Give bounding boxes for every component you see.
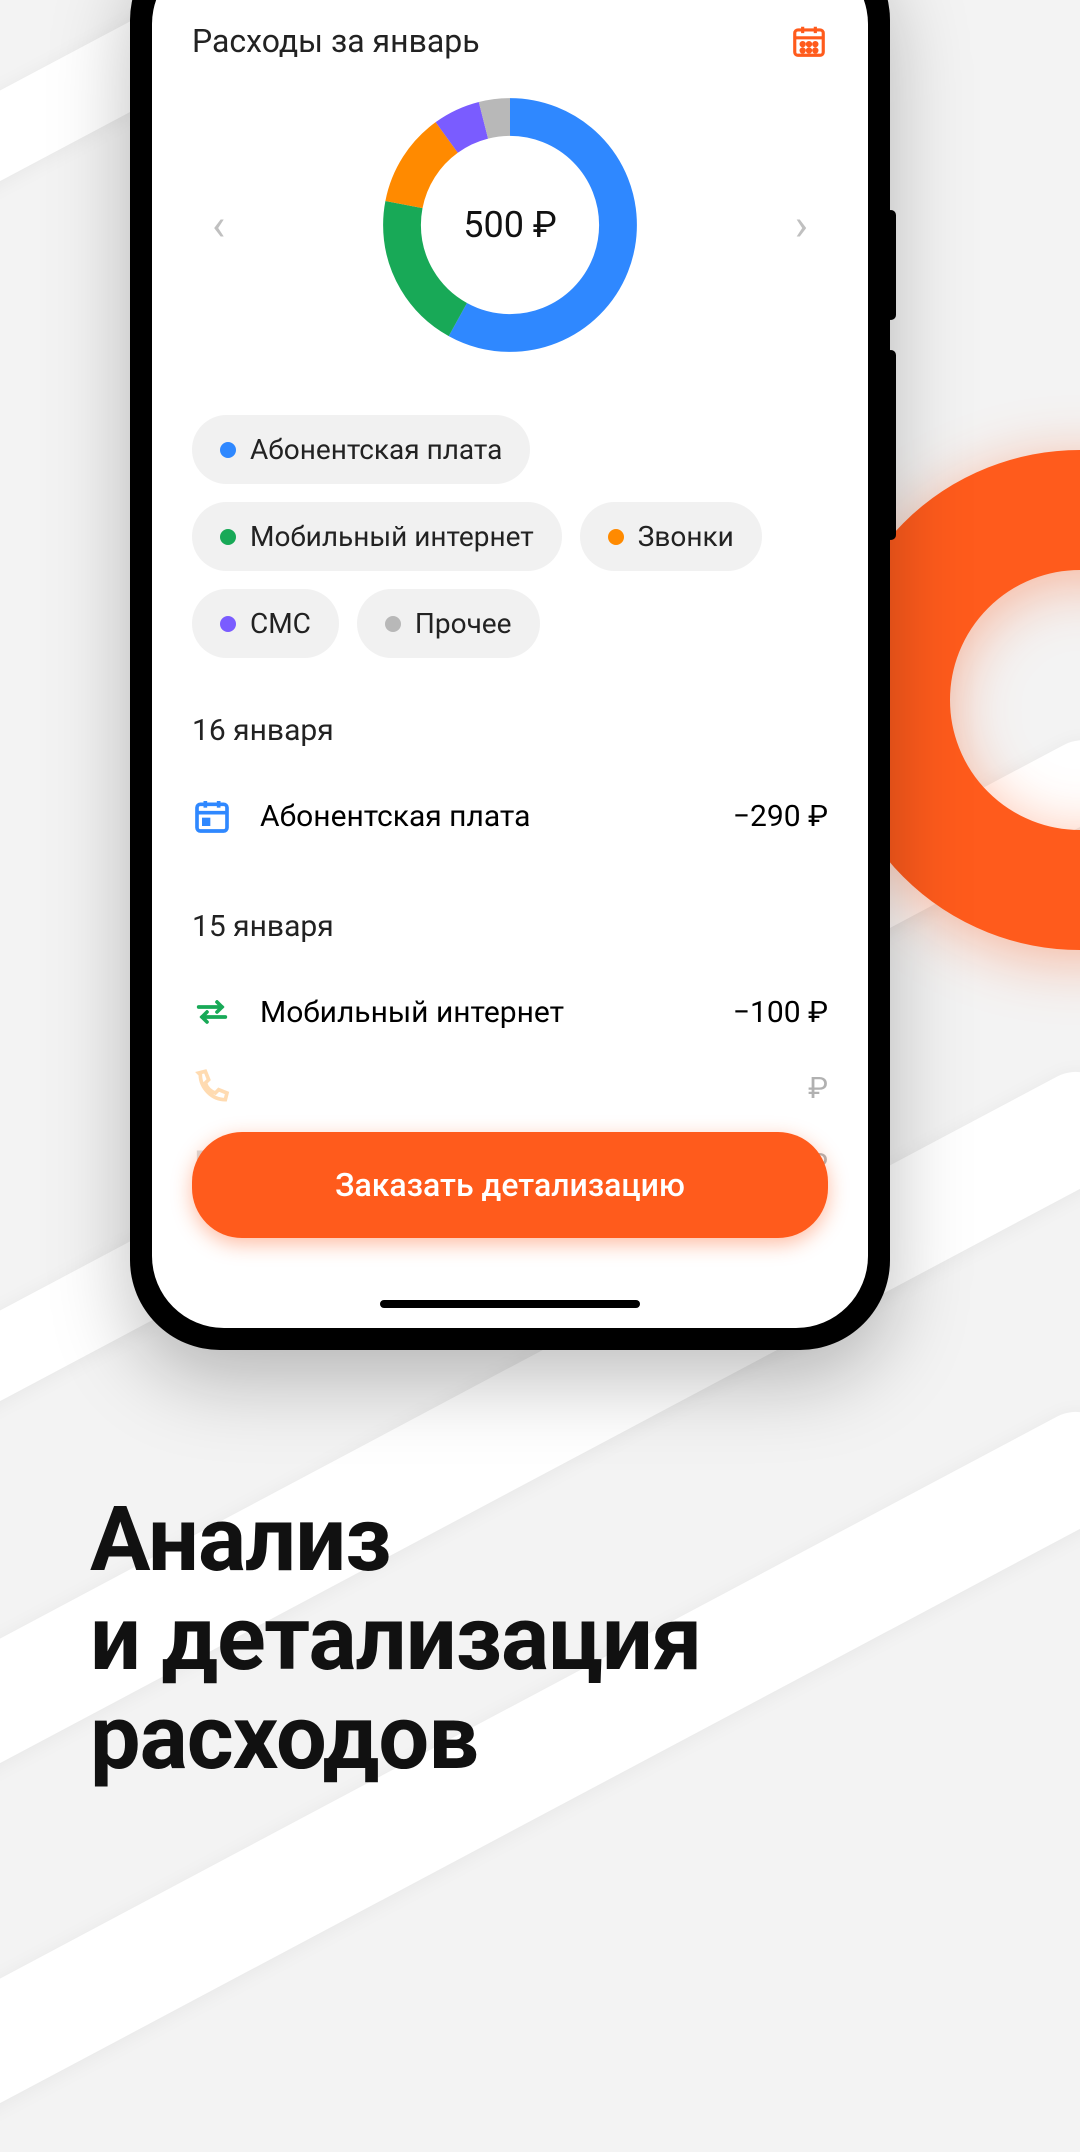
- expenses-donut-chart: 500 ₽: [375, 90, 645, 360]
- transaction-label: Мобильный интернет: [260, 995, 705, 1030]
- legend-label: Мобильный интернет: [250, 520, 534, 553]
- donut-center-label: 500 ₽: [375, 90, 645, 360]
- transaction-row[interactable]: ₽: [192, 1050, 828, 1126]
- legend-label: Звонки: [638, 520, 734, 553]
- legend-chips: Абонентская плата Мобильный интернет Звонк…: [192, 415, 828, 658]
- calendar-icon[interactable]: [790, 22, 828, 60]
- chevron-right-icon[interactable]: ›: [775, 179, 828, 271]
- order-details-button[interactable]: Заказать детализацию: [192, 1132, 828, 1238]
- legend-chip[interactable]: Звонки: [580, 502, 762, 571]
- app-screen: Расходы за январь ‹: [152, 0, 868, 1328]
- legend-dot-icon: [385, 616, 401, 632]
- legend-dot-icon: [220, 442, 236, 458]
- transactions-list: 16 января Абонентская плата −290 ₽ 15 январ…: [192, 713, 828, 1202]
- legend-dot-icon: [220, 529, 236, 545]
- date-header: 15 января: [192, 909, 828, 944]
- transaction-row[interactable]: Мобильный интернет −100 ₽: [192, 974, 828, 1050]
- screen-title: Расходы за январь: [192, 22, 480, 60]
- phone-frame: Расходы за январь ‹: [130, 0, 890, 1350]
- legend-chip[interactable]: Мобильный интернет: [192, 502, 562, 571]
- transaction-row[interactable]: Абонентская плата −290 ₽: [192, 778, 828, 854]
- transaction-amount: ₽: [808, 1071, 828, 1106]
- legend-label: Абонентская плата: [250, 433, 502, 466]
- order-details-label: Заказать детализацию: [335, 1166, 685, 1204]
- legend-chip[interactable]: Прочее: [357, 589, 540, 658]
- transaction-amount: −290 ₽: [733, 799, 828, 834]
- phone-icon: [192, 1068, 232, 1108]
- chevron-left-icon[interactable]: ‹: [192, 179, 245, 271]
- phone-side-button: [886, 210, 896, 320]
- legend-label: СМС: [250, 607, 311, 640]
- transaction-amount: −100 ₽: [733, 995, 828, 1030]
- promo-headline: Анализ и детализация расходов: [90, 1490, 701, 1787]
- legend-label: Прочее: [415, 607, 512, 640]
- phone-side-button: [886, 350, 896, 540]
- calendar-icon: [192, 796, 232, 836]
- legend-chip[interactable]: Абонентская плата: [192, 415, 530, 484]
- legend-dot-icon: [220, 616, 236, 632]
- transfer-icon: [192, 992, 232, 1032]
- screen-header: Расходы за январь: [192, 22, 828, 60]
- legend-dot-icon: [608, 529, 624, 545]
- home-indicator: [380, 1300, 640, 1308]
- donut-row: ‹ 500 ₽ ›: [192, 90, 828, 360]
- legend-chip[interactable]: СМС: [192, 589, 339, 658]
- transaction-label: Абонентская плата: [260, 799, 705, 834]
- date-header: 16 января: [192, 713, 828, 748]
